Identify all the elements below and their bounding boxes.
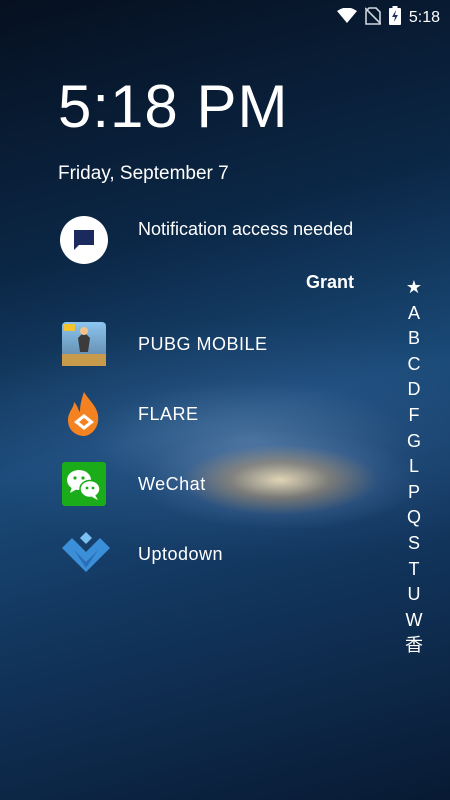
index-s[interactable]: S — [402, 531, 426, 557]
app-label: PUBG MOBILE — [138, 334, 268, 354]
status-icons: 5:18 — [336, 6, 440, 30]
index-d[interactable]: D — [402, 377, 426, 403]
status-time: 5:18 — [408, 9, 440, 26]
app-label: Uptodown — [138, 544, 224, 564]
wechat-icon — [60, 460, 108, 508]
index-a[interactable]: A — [402, 301, 426, 327]
battery-charging-icon — [388, 6, 401, 30]
index-cjk[interactable]: 香 — [402, 633, 426, 659]
index-star[interactable]: ★ — [402, 275, 426, 301]
index-q[interactable]: Q — [402, 505, 426, 531]
index-w[interactable]: W — [402, 608, 426, 634]
index-c[interactable]: C — [402, 352, 426, 378]
index-g[interactable]: G — [402, 429, 426, 455]
wifi-icon — [336, 7, 357, 29]
index-p[interactable]: P — [402, 480, 426, 506]
index-f[interactable]: F — [402, 403, 426, 429]
app-label: WeChat — [138, 474, 206, 494]
index-u[interactable]: U — [402, 582, 426, 608]
lock-date: Friday, September 7 — [58, 163, 229, 184]
notification-access-item[interactable]: Notification access needed — [60, 214, 390, 264]
index-l[interactable]: L — [402, 454, 426, 480]
pubg-icon — [60, 320, 108, 368]
message-icon — [60, 216, 108, 264]
index-t[interactable]: T — [402, 557, 426, 583]
app-item-uptodown[interactable]: Uptodown — [60, 530, 360, 580]
notification-title: Notification access needed — [138, 219, 354, 239]
app-label: FLARE — [138, 404, 199, 424]
app-item-wechat[interactable]: WeChat — [60, 460, 360, 510]
grant-button[interactable]: Grant — [306, 272, 354, 293]
app-item-pubg-mobile[interactable]: PUBG MOBILE — [60, 320, 360, 370]
uptodown-icon — [60, 530, 110, 578]
index-b[interactable]: B — [402, 326, 426, 352]
status-bar: 5:18 — [0, 0, 450, 32]
no-sim-icon — [364, 6, 382, 30]
alphabet-index[interactable]: ★ A B C D F G L P Q S T U W 香 — [402, 275, 426, 659]
flame-icon — [60, 390, 108, 438]
lock-clock: 5:18 PM — [58, 73, 289, 140]
app-item-flare[interactable]: FLARE — [60, 390, 360, 440]
